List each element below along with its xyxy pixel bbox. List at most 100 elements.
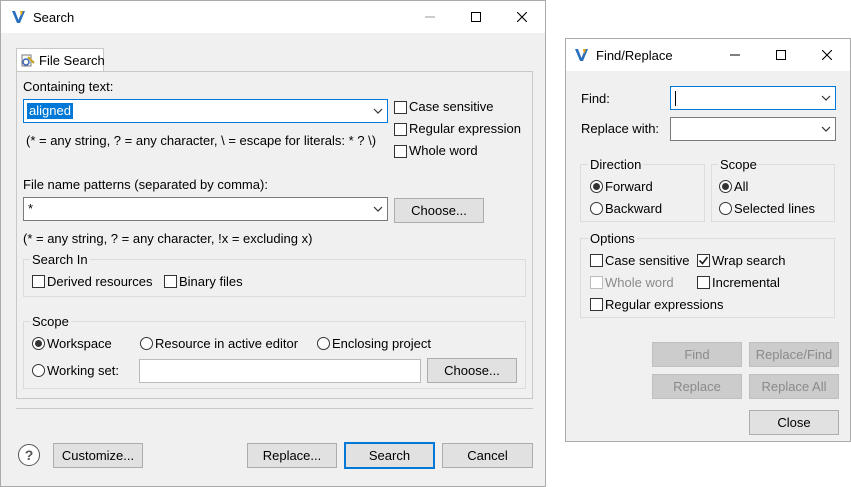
close-icon bbox=[517, 12, 527, 22]
find-whole-word-label[interactable]: Whole word bbox=[605, 275, 674, 290]
containing-text-dropdown[interactable] bbox=[369, 100, 387, 122]
file-patterns-value: * bbox=[28, 201, 34, 216]
app-logo-icon bbox=[12, 11, 25, 23]
chevron-down-icon bbox=[373, 206, 383, 212]
all-label[interactable]: All bbox=[734, 179, 748, 194]
incremental-checkbox[interactable] bbox=[697, 276, 710, 289]
workspace-radio[interactable] bbox=[32, 337, 45, 350]
replace-button[interactable]: Replace... bbox=[247, 443, 337, 468]
working-set-field[interactable] bbox=[139, 359, 421, 383]
working-set-label[interactable]: Working set: bbox=[47, 363, 119, 378]
find-maximize-button[interactable] bbox=[758, 39, 804, 71]
search-button[interactable]: Search bbox=[344, 442, 435, 469]
search-window-title: Search bbox=[33, 10, 75, 25]
replace-with-label: Replace with: bbox=[581, 121, 660, 136]
text-caret bbox=[675, 91, 676, 106]
find-minimize-button[interactable] bbox=[712, 39, 758, 71]
checkmark-icon bbox=[698, 256, 709, 265]
forward-radio[interactable] bbox=[590, 180, 603, 193]
search-dialog: Search File Search Containing text: alig… bbox=[0, 0, 546, 487]
find-button[interactable]: Find bbox=[652, 342, 742, 367]
find-combo[interactable] bbox=[670, 86, 836, 110]
all-radio[interactable] bbox=[719, 180, 732, 193]
bottom-separator bbox=[16, 408, 533, 409]
maximize-icon bbox=[471, 12, 481, 22]
minimize-icon bbox=[730, 54, 740, 56]
pattern-hint: (* = any string, ? = any character, !x =… bbox=[23, 231, 313, 246]
containing-text-combo[interactable]: aligned bbox=[23, 99, 388, 123]
regular-expression-checkbox[interactable] bbox=[394, 123, 407, 136]
case-sensitive-checkbox[interactable] bbox=[394, 101, 407, 114]
find-close-window-button[interactable] bbox=[804, 39, 850, 71]
resource-active-editor-label[interactable]: Resource in active editor bbox=[155, 336, 298, 351]
binary-files-label[interactable]: Binary files bbox=[179, 274, 243, 289]
binary-files-checkbox[interactable] bbox=[164, 275, 177, 288]
maximize-icon bbox=[776, 50, 786, 60]
scope-label: Scope bbox=[30, 314, 71, 329]
case-sensitive-label[interactable]: Case sensitive bbox=[409, 99, 494, 114]
tab-file-search[interactable]: File Search bbox=[16, 48, 105, 72]
find-window-title: Find/Replace bbox=[596, 48, 673, 63]
minimize-button[interactable] bbox=[407, 1, 453, 33]
chevron-down-icon bbox=[821, 126, 831, 132]
search-titlebar[interactable]: Search bbox=[1, 1, 545, 33]
tab-file-search-label: File Search bbox=[39, 53, 105, 68]
replace-all-button[interactable]: Replace All bbox=[749, 374, 839, 399]
derived-resources-checkbox[interactable] bbox=[32, 275, 45, 288]
working-set-radio[interactable] bbox=[32, 364, 45, 377]
literal-hint: (* = any string, ? = any character, \ = … bbox=[26, 133, 377, 148]
file-patterns-combo[interactable]: * bbox=[23, 197, 388, 221]
wrap-search-checkbox[interactable] bbox=[697, 254, 710, 267]
file-patterns-dropdown[interactable] bbox=[369, 198, 387, 220]
replace-find-button[interactable]: Replace/Find bbox=[749, 342, 839, 367]
find-dropdown[interactable] bbox=[817, 87, 835, 109]
workspace-label[interactable]: Workspace bbox=[47, 336, 112, 351]
find-replace-dialog: Find/Replace Find: Replace with: Directi… bbox=[565, 38, 851, 442]
customize-button[interactable]: Customize... bbox=[53, 443, 143, 468]
containing-text-value: aligned bbox=[27, 103, 73, 119]
resource-active-editor-radio[interactable] bbox=[140, 337, 153, 350]
find-scope-label: Scope bbox=[718, 157, 759, 172]
regular-expression-label[interactable]: Regular expression bbox=[409, 121, 521, 136]
regular-expressions-label[interactable]: Regular expressions bbox=[605, 297, 724, 312]
incremental-label[interactable]: Incremental bbox=[712, 275, 780, 290]
whole-word-checkbox[interactable] bbox=[590, 276, 603, 289]
case-sensitive-checkbox[interactable] bbox=[590, 254, 603, 267]
direction-label: Direction bbox=[588, 157, 644, 172]
whole-word-checkbox[interactable] bbox=[394, 145, 407, 158]
find-case-sensitive-label[interactable]: Case sensitive bbox=[605, 253, 690, 268]
chevron-down-icon bbox=[373, 108, 383, 114]
find-replace-button[interactable]: Replace bbox=[652, 374, 742, 399]
backward-radio[interactable] bbox=[590, 202, 603, 215]
find-label: Find: bbox=[581, 91, 610, 106]
regular-expressions-checkbox[interactable] bbox=[590, 298, 603, 311]
app-logo-icon bbox=[575, 49, 588, 61]
help-button[interactable]: ? bbox=[18, 444, 40, 466]
enclosing-project-label[interactable]: Enclosing project bbox=[332, 336, 431, 351]
minimize-icon bbox=[425, 16, 435, 18]
enclosing-project-radio[interactable] bbox=[317, 337, 330, 350]
close-window-button[interactable] bbox=[499, 1, 545, 33]
find-close-button[interactable]: Close bbox=[749, 410, 839, 435]
choose-patterns-button[interactable]: Choose... bbox=[394, 198, 484, 223]
wrap-search-label[interactable]: Wrap search bbox=[712, 253, 785, 268]
selected-lines-label[interactable]: Selected lines bbox=[734, 201, 815, 216]
chevron-down-icon bbox=[821, 95, 831, 101]
options-label: Options bbox=[588, 231, 637, 246]
selected-lines-radio[interactable] bbox=[719, 202, 732, 215]
backward-label[interactable]: Backward bbox=[605, 201, 662, 216]
whole-word-label[interactable]: Whole word bbox=[409, 143, 478, 158]
maximize-button[interactable] bbox=[453, 1, 499, 33]
find-titlebar[interactable]: Find/Replace bbox=[566, 39, 850, 71]
close-icon bbox=[822, 50, 832, 60]
file-patterns-label: File name patterns (separated by comma): bbox=[23, 177, 268, 192]
cancel-button[interactable]: Cancel bbox=[442, 443, 533, 468]
replace-with-dropdown[interactable] bbox=[817, 118, 835, 140]
choose-working-set-button[interactable]: Choose... bbox=[427, 358, 517, 383]
search-in-label: Search In bbox=[30, 252, 90, 267]
containing-text-label: Containing text: bbox=[23, 79, 114, 94]
derived-resources-label[interactable]: Derived resources bbox=[47, 274, 153, 289]
help-icon: ? bbox=[24, 447, 34, 463]
replace-with-combo[interactable] bbox=[670, 117, 836, 141]
forward-label[interactable]: Forward bbox=[605, 179, 653, 194]
